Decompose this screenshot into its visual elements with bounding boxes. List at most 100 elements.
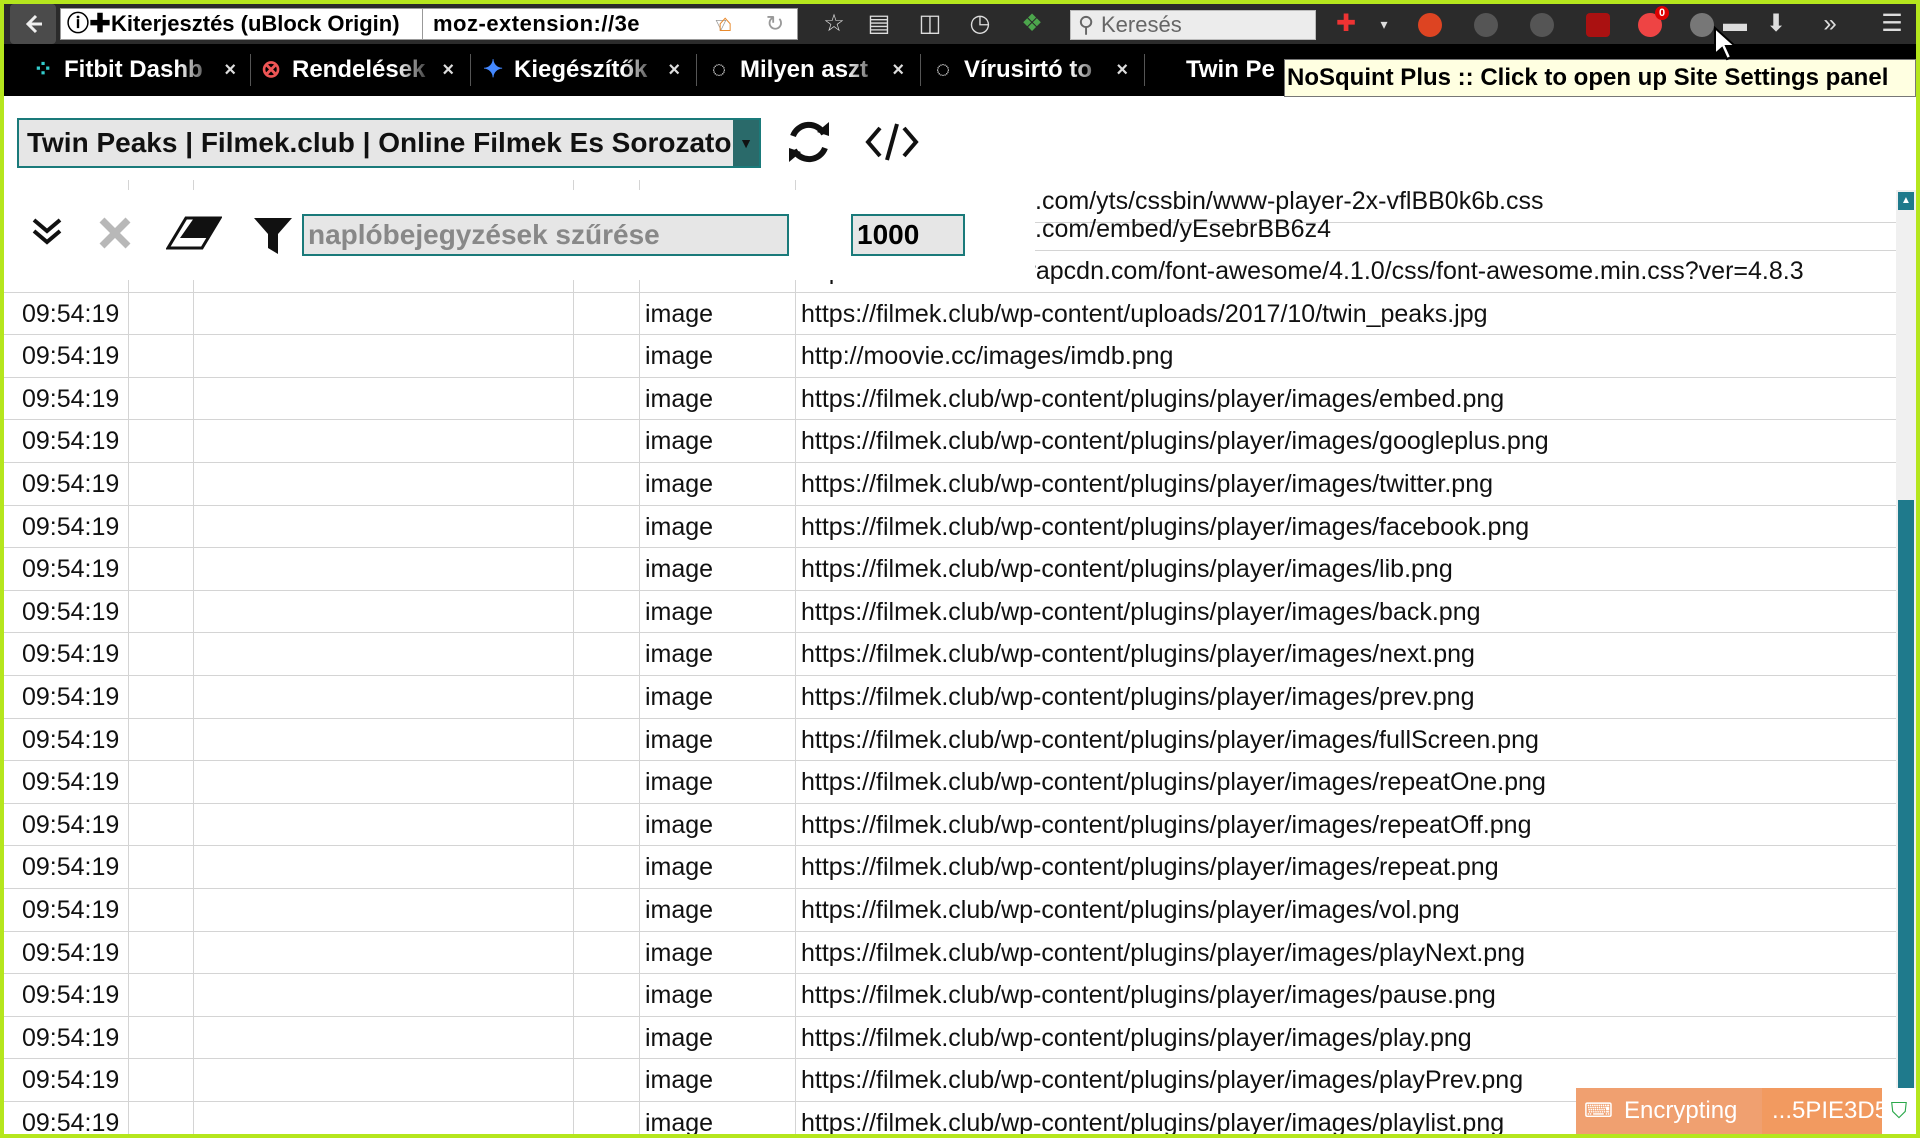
sidebar-icon[interactable]: ◫: [912, 4, 948, 44]
download-icon[interactable]: ⬇: [1760, 4, 1792, 44]
home-icon[interactable]: ⌂: [710, 4, 740, 44]
tab-kiegeszitok[interactable]: ✦ Kiegészítők ×: [480, 44, 688, 96]
tab-selector[interactable]: Twin Peaks | Filmek.club | Online Filmek…: [17, 118, 761, 168]
code-source-icon[interactable]: [864, 120, 920, 164]
log-type: image: [645, 810, 714, 839]
log-type: image: [645, 299, 714, 328]
log-time: 09:54:19: [22, 768, 120, 797]
log-time: 09:54:19: [22, 597, 120, 626]
s-extension-icon[interactable]: [1418, 13, 1442, 37]
log-time: 09:54:19: [22, 342, 120, 371]
log-url: https://filmek.club/wp-content/plugins/p…: [801, 1023, 1472, 1052]
log-time: 09:54:19: [22, 981, 120, 1010]
dropdown-arrow-icon[interactable]: ▾: [1372, 4, 1396, 44]
log-row[interactable]: 09:54:19 image https://filmek.club/wp-cont…: [4, 761, 1896, 804]
tab-fade: [178, 44, 218, 96]
log-row[interactable]: 09:54:19 image https://filmek.club/wp-cont…: [4, 974, 1896, 1017]
log-row[interactable]: 09:54:19 image https://filmek.club/wp-cont…: [4, 804, 1896, 847]
log-time: 09:54:19: [22, 640, 120, 669]
log-time: 09:54:19: [22, 853, 120, 882]
log-url: https://filmek.club/wp-content/plugins/p…: [801, 597, 1481, 626]
log-row[interactable]: 09:54:19 image https://filmek.club/wp-cont…: [4, 719, 1896, 762]
ublock-origin-icon[interactable]: [1586, 13, 1610, 37]
s-extension-gray-2-icon[interactable]: [1530, 13, 1554, 37]
scroll-up-icon[interactable]: ▲: [1898, 192, 1914, 210]
log-url: https://filmek.club/wp-content/plugins/p…: [801, 555, 1453, 584]
log-type: image: [645, 725, 714, 754]
log-time: 09:54:19: [22, 896, 120, 924]
log-row[interactable]: 09:54:19 image https://filmek.club/wp-cont…: [4, 548, 1896, 591]
filter-input[interactable]: naplóbejegyzések szűrése: [302, 214, 789, 256]
log-row[interactable]: 09:54:19 image https://filmek.club/wp-cont…: [4, 293, 1896, 336]
close-icon[interactable]: ×: [1116, 44, 1128, 96]
log-url: .com/embed/yEsebrBB6z4: [1035, 215, 1331, 243]
log-type: image: [645, 938, 714, 967]
max-entries-input[interactable]: 1000: [851, 214, 965, 256]
log-row[interactable]: 09:54:19 image http://moovie.cc/images/imd…: [4, 335, 1896, 378]
log-row[interactable]: 09:54:19 image https://filmek.club/wp-cont…: [4, 676, 1896, 719]
clear-x-icon[interactable]: [98, 216, 132, 250]
reload-icon[interactable]: [784, 116, 834, 168]
log-row[interactable]: 09:54:19 image https://filmek.club/wp-cont…: [4, 633, 1896, 676]
log-row[interactable]: 09:54:19 image https://filmek.club/wp-cont…: [4, 932, 1896, 975]
log-row[interactable]: 09:54:19 image https://filmek.club/wp-cont…: [4, 378, 1896, 421]
log-type: image: [645, 768, 714, 797]
arrow-left-icon: [25, 14, 42, 34]
tab-virusirto[interactable]: ◌ Vírusirtó to ×: [930, 44, 1136, 96]
tab-fade: [1070, 44, 1110, 96]
search-input[interactable]: ⚲ Keresés: [1070, 10, 1316, 40]
encrypting-status: ⌨ Encrypting ...5PIE3D5 ⛉: [1576, 1088, 1916, 1134]
s-extension-gray-icon[interactable]: [1474, 13, 1498, 37]
bookmarks-list-icon[interactable]: ▤: [861, 4, 897, 44]
url-text: moz-extension://3e: [433, 11, 641, 36]
close-icon[interactable]: ×: [892, 44, 904, 96]
log-type: image: [645, 342, 714, 371]
puzzle-piece-icon: ✦: [482, 56, 504, 83]
url-identity: ⓘ✚Kiterjesztés (uBlock Origin): [67, 11, 400, 36]
nosquint-icon[interactable]: [1690, 13, 1714, 37]
tab-milyen[interactable]: ◌ Milyen aszt ×: [706, 44, 912, 96]
log-type: image: [645, 427, 714, 456]
apps-icon[interactable]: ❖: [1014, 4, 1050, 44]
log-type: image: [645, 470, 714, 498]
log-url: https://filmek.club/wp-content/plugins/p…: [801, 810, 1532, 839]
log-type: image: [645, 640, 714, 669]
reload-page-icon[interactable]: ↻: [760, 4, 790, 44]
log-url: https://filmek.club/wp-content/uploads/2…: [801, 299, 1488, 328]
hamburger-menu-icon[interactable]: ☰: [1874, 4, 1910, 44]
tab-divider: [696, 54, 697, 86]
close-icon[interactable]: ×: [668, 44, 680, 96]
log-row[interactable]: 09:54:19 image https://filmek.club/wp-cont…: [4, 591, 1896, 634]
log-row[interactable]: 09:54:19 image https://filmek.club/wp-cont…: [4, 1017, 1896, 1060]
log-type: image: [645, 555, 714, 584]
bookmark-star-icon[interactable]: ☆: [816, 4, 852, 44]
log-row[interactable]: 09:54:19 image https://filmek.club/wp-cont…: [4, 420, 1896, 463]
tab-rendelesek[interactable]: ⊗ Rendelések ×: [258, 44, 462, 96]
scrollbar-thumb[interactable]: [1898, 500, 1914, 1138]
log-row[interactable]: 09:54:19 image https://filmek.club/wp-cont…: [4, 506, 1896, 549]
history-clock-icon[interactable]: ◷: [962, 4, 998, 44]
tab-fade: [396, 44, 436, 96]
health-plus-icon[interactable]: ✚: [1328, 4, 1364, 44]
request-log-table: .com/yts/cssbin/www-player-2x-vflBB0k6b.…: [4, 180, 1896, 1138]
loading-spinner-icon: ◌: [711, 56, 727, 83]
url-bar[interactable]: ⓘ✚Kiterjesztés (uBlock Origin) moz-exten…: [60, 8, 798, 40]
mouse-cursor-icon: [1714, 26, 1737, 61]
browser-toolbar: ⓘ✚Kiterjesztés (uBlock Origin) moz-exten…: [4, 4, 1916, 44]
tab-fade: [622, 44, 662, 96]
close-icon[interactable]: ×: [442, 44, 454, 96]
overflow-chevron-icon[interactable]: »: [1814, 4, 1846, 44]
filter-funnel-icon[interactable]: [252, 216, 294, 256]
log-time: 09:54:19: [22, 810, 120, 839]
log-type: image: [645, 512, 714, 541]
chevrons-down-icon[interactable]: [30, 214, 64, 248]
tab-twin-peaks[interactable]: Twin Pe: [1186, 44, 1296, 96]
log-type: image: [645, 896, 714, 924]
eraser-icon[interactable]: [166, 216, 222, 250]
tab-fitbit[interactable]: ⁘ Fitbit Dashb ×: [30, 44, 244, 96]
log-row[interactable]: 09:54:19 image https://filmek.club/wp-cont…: [4, 463, 1896, 506]
back-button[interactable]: [10, 4, 56, 44]
log-row[interactable]: 09:54:19 image https://filmek.club/wp-cont…: [4, 846, 1896, 889]
log-row[interactable]: 09:54:19 image https://filmek.club/wp-cont…: [4, 889, 1896, 932]
close-icon[interactable]: ×: [224, 44, 236, 96]
